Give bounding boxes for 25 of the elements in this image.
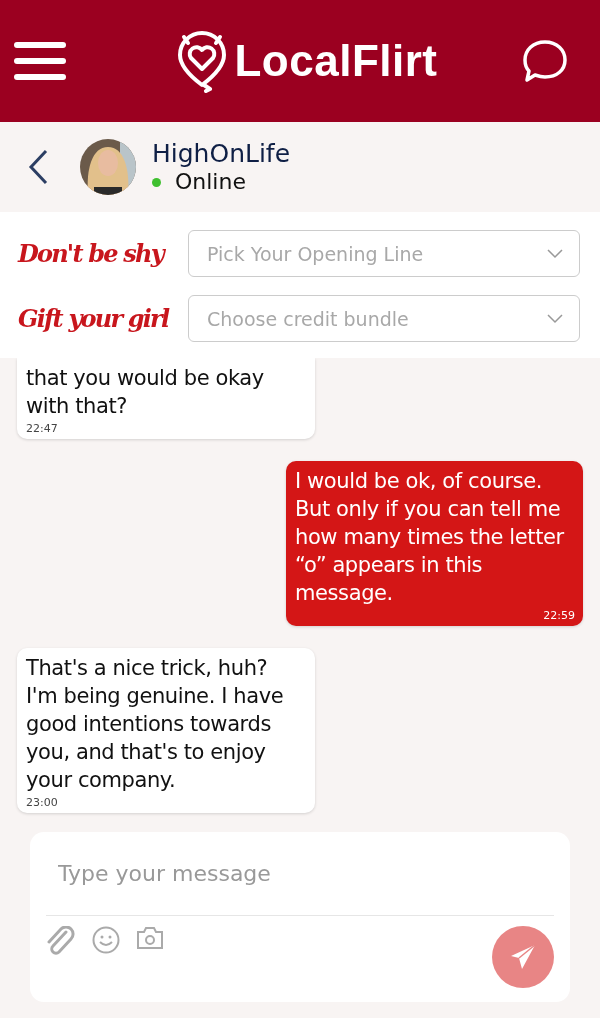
menu-icon[interactable]: [14, 41, 66, 81]
contact-name: HighOnLife: [152, 139, 291, 169]
message-text: I would be ok, of course. But only if you can tell me how many times the letter “o” appears in this message.: [295, 468, 565, 607]
logo-text: LocalFlirt: [234, 36, 438, 86]
paper-plane-icon: [510, 944, 536, 970]
heart-pin-icon: [176, 29, 229, 93]
status-text: Online: [175, 169, 246, 195]
smiley-icon[interactable]: [92, 926, 120, 954]
message-composer[interactable]: Type your message: [30, 832, 570, 1002]
message-time: 23:00: [26, 796, 58, 809]
camera-icon[interactable]: [136, 926, 164, 950]
message-text: That's a nice trick, huh? I'm being genuine. I have good intentions towards you, and that's to enjoy your company.: [26, 655, 285, 794]
message-time: 22:47: [26, 422, 58, 435]
chat-bubble-icon[interactable]: [522, 39, 568, 83]
chevron-down-icon: [547, 313, 563, 324]
message-text: that you would be okay with that?: [26, 365, 265, 420]
dropdown-field[interactable]: Choose credit bundle: [188, 295, 580, 342]
paperclip-icon[interactable]: [46, 926, 76, 958]
dropdown-field[interactable]: Pick Your Opening Line: [188, 230, 580, 277]
chevron-down-icon: [547, 248, 563, 259]
back-icon[interactable]: [28, 149, 50, 185]
message-input[interactable]: Type your message: [46, 842, 554, 916]
message-time: 22:59: [543, 609, 575, 622]
prompt-label: Don't be shy: [18, 237, 166, 270]
prompt-label: Gift your girl: [18, 302, 170, 335]
